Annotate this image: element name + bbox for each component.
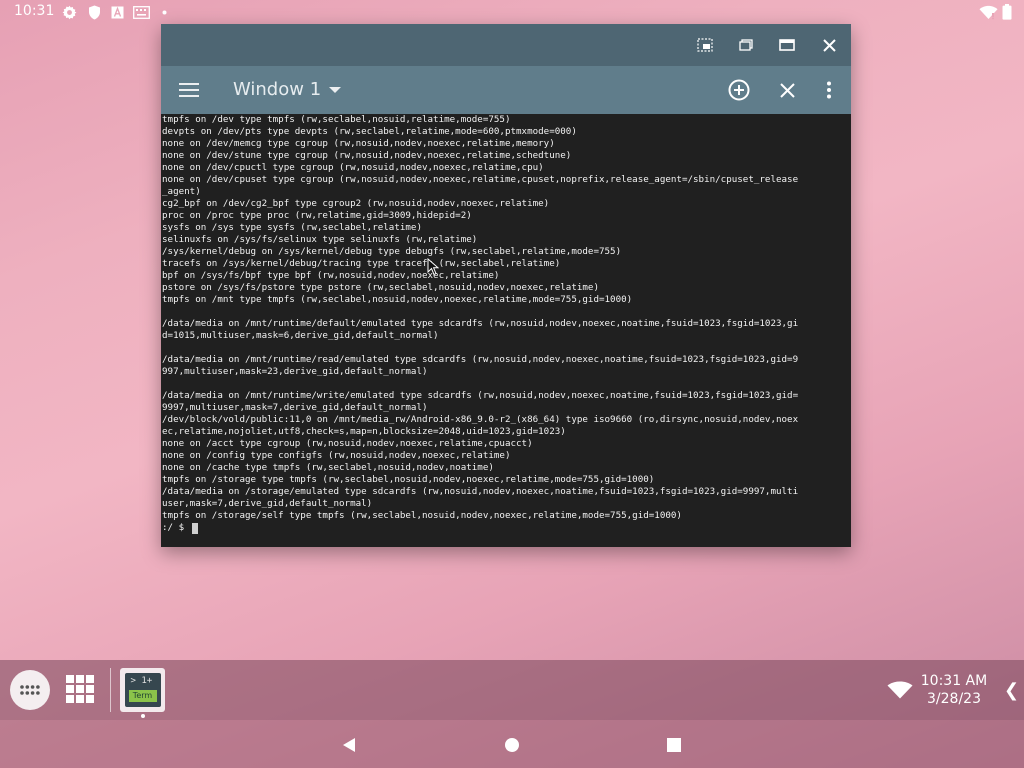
status-time: 10:31 [14, 3, 55, 19]
terminal-line: none on /config type configfs (rw,nosuid… [162, 450, 511, 461]
terminal-line: tmpfs on /dev type tmpfs (rw,seclabel,no… [162, 114, 511, 125]
taskbar-divider [110, 668, 111, 712]
all-apps-icon [20, 685, 40, 695]
text-cursor [191, 522, 198, 534]
freeform-window-icon[interactable] [691, 32, 719, 58]
terminal-icon-line2: Term [128, 690, 157, 702]
clock-date: 3/28/23 [927, 691, 981, 707]
overflow-menu-icon[interactable] [815, 76, 843, 104]
chevron-left-icon[interactable]: ❮ [1004, 680, 1019, 701]
battery-icon [1000, 4, 1014, 20]
home-icon[interactable] [501, 734, 523, 756]
terminal-window[interactable]: Window 1 tmpfs on /dev type tmpfs (rw,se… [161, 24, 851, 547]
keyboard-icon [132, 4, 150, 20]
terminal-prompt-line[interactable]: :/ $ [161, 522, 851, 534]
terminal-line: none on /dev/memcg type cgroup (rw,nosui… [162, 138, 555, 149]
terminal-app-button[interactable]: > 1+ Term [120, 668, 165, 712]
taskbar: > 1+ Term 10:31 AM 3/28/23 ❮ [0, 660, 1024, 720]
hamburger-menu-icon[interactable] [175, 78, 203, 102]
close-window-icon[interactable] [815, 32, 843, 58]
terminal-line: none on /dev/cpuset type cgroup (rw,nosu… [162, 174, 799, 185]
terminal-line: /sys/kernel/debug on /sys/kernel/debug t… [162, 246, 622, 257]
terminal-line: none on /cache type tmpfs (rw,seclabel,n… [162, 462, 494, 473]
running-indicator [141, 714, 145, 718]
terminal-output[interactable]: tmpfs on /dev type tmpfs (rw,seclabel,no… [161, 114, 851, 547]
terminal-app-icon: > 1+ Term [124, 673, 161, 707]
settings-gear-icon [60, 4, 78, 20]
terminal-line: tmpfs on /storage type tmpfs (rw,seclabe… [162, 474, 655, 485]
terminal-line: user,mask=7,derive_gid,default_normal) [162, 498, 373, 509]
window-titlebar[interactable] [161, 24, 851, 66]
all-apps-button[interactable] [10, 670, 50, 710]
terminal-line: /data/media on /storage/emulated type sd… [162, 486, 799, 497]
terminal-line: /dev/block/vold/public:11,0 on /mnt/medi… [162, 414, 799, 425]
wifi-icon[interactable] [886, 678, 914, 702]
terminal-line: tmpfs on /storage/self type tmpfs (rw,se… [162, 510, 682, 521]
terminal-line: devpts on /dev/pts type devpts (rw,secla… [162, 126, 577, 137]
terminal-line: /data/media on /mnt/runtime/read/emulate… [162, 354, 799, 365]
shell-prompt: :/ $ [162, 522, 190, 533]
terminal-line: pstore on /sys/fs/pstore type pstore (rw… [162, 282, 599, 293]
terminal-line: 9997,multiuser,mask=7,derive_gid,default… [162, 402, 428, 413]
dot-icon [160, 4, 168, 20]
terminal-line: sysfs on /sys type sysfs (rw,seclabel,re… [162, 222, 422, 233]
terminal-line: tmpfs on /mnt type tmpfs (rw,seclabel,no… [162, 294, 633, 305]
terminal-line: tracefs on /sys/kernel/debug/tracing typ… [162, 258, 561, 269]
terminal-line: _agent) [162, 186, 201, 197]
navigation-bar [0, 720, 1024, 768]
terminal-line: none on /acct type cgroup (rw,nosuid,nod… [162, 438, 533, 449]
app-toolbar: Window 1 [161, 66, 851, 114]
terminal-line: none on /dev/cpuctl type cgroup (rw,nosu… [162, 162, 544, 173]
status-bar: 10:31 [0, 0, 1024, 24]
terminal-icon-line1: > 1+ [130, 676, 153, 686]
wifi-warning-icon [978, 4, 998, 20]
window-selector[interactable]: Window 1 [233, 79, 321, 100]
terminal-line: cg2_bpf on /dev/cg2_bpf type cgroup2 (rw… [162, 198, 550, 209]
clock-time: 10:31 AM [920, 673, 988, 689]
overview-icon[interactable] [663, 734, 685, 756]
terminal-line: selinuxfs on /sys/fs/selinux type selinu… [162, 234, 478, 245]
shield-icon [86, 4, 102, 20]
close-session-icon[interactable] [773, 76, 801, 104]
terminal-lines: tmpfs on /dev type tmpfs (rw,seclabel,no… [161, 114, 851, 522]
a-font-icon [110, 4, 124, 20]
terminal-line: /data/media on /mnt/runtime/write/emulat… [162, 390, 799, 401]
back-icon[interactable] [338, 734, 360, 756]
terminal-line: bpf on /sys/fs/bpf type bpf (rw,nosuid,n… [162, 270, 500, 281]
terminal-line: ec,relatime,nojoliet,utf8,check=s,map=n,… [162, 426, 566, 437]
dropdown-arrow-icon[interactable] [327, 82, 343, 98]
add-window-icon[interactable] [725, 76, 753, 104]
terminal-line: 997,multiuser,mask=23,derive_gid,default… [162, 366, 428, 377]
terminal-line: /data/media on /mnt/runtime/default/emul… [162, 318, 799, 329]
restore-window-icon[interactable] [732, 32, 760, 58]
terminal-line: proc on /proc type proc (rw,relatime,gid… [162, 210, 472, 221]
mouse-pointer-icon [427, 258, 439, 276]
maximize-window-icon[interactable] [773, 32, 801, 58]
terminal-line: d=1015,multiuser,mask=6,derive_gid,defau… [162, 330, 439, 341]
recent-apps-grid-icon[interactable] [65, 674, 95, 704]
taskbar-clock[interactable]: 10:31 AM 3/28/23 [918, 672, 990, 708]
terminal-line: none on /dev/stune type cgroup (rw,nosui… [162, 150, 572, 161]
